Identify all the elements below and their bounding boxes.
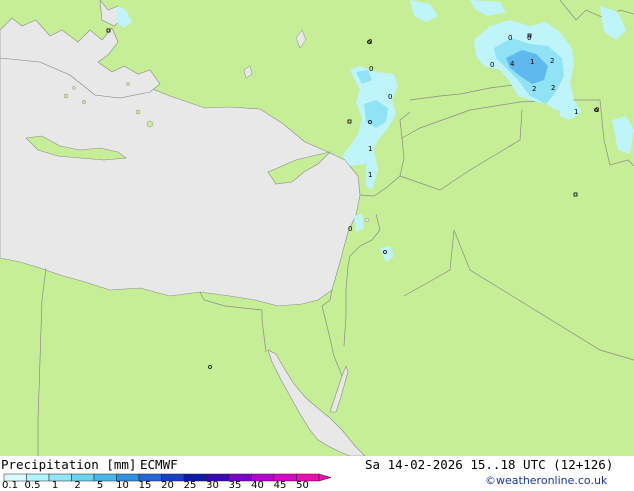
value-label: 0	[348, 225, 352, 233]
value-label: 0	[490, 61, 494, 69]
credit-link[interactable]: ©weatheronline.co.uk	[485, 474, 607, 487]
color-scale-label: 5	[96, 480, 104, 491]
precipitation-map: 0 0 0 0 4 1 2 2 2 1 0 0 0 1 1 0	[0, 0, 634, 456]
value-label: 2	[550, 57, 554, 65]
value-label: 0	[388, 93, 392, 101]
color-scale-label: 45	[273, 480, 287, 491]
color-scale-label: 2	[74, 480, 81, 491]
color-scale-label: 40	[251, 480, 264, 491]
footer-bar: Precipitation [mm] ECMWF Sa 14-02-2026 1…	[0, 456, 634, 490]
color-scale-label: 15	[138, 480, 152, 491]
color-scale-label: 50	[296, 480, 309, 491]
value-label: 2	[532, 85, 536, 93]
color-scale-arrow	[318, 473, 332, 482]
color-scale-label: 0.1	[2, 480, 18, 491]
color-scale-label: 1	[51, 480, 59, 491]
value-label: 1	[368, 171, 372, 179]
color-scale-label: 20	[161, 480, 174, 491]
value-label: 1	[368, 145, 372, 153]
product-title: Precipitation [mm]	[1, 457, 137, 472]
lake	[364, 217, 370, 223]
value-label: 4	[510, 60, 515, 68]
value-label: 1	[530, 58, 534, 66]
value-label: 0	[508, 34, 512, 42]
model-name: ECMWF	[140, 457, 178, 472]
value-label: 2	[551, 84, 555, 92]
value-label: 1	[574, 108, 578, 116]
color-scale-label: 10	[116, 480, 129, 491]
color-scale-label: 35	[228, 480, 242, 491]
valid-datetime: Sa 14-02-2026 15..18 UTC (12+126)	[365, 457, 614, 472]
color-scale-label: 0.5	[24, 480, 41, 491]
color-scale-label: 30	[206, 480, 219, 491]
value-label: 0	[369, 65, 373, 73]
color-scale-label: 25	[183, 480, 197, 491]
